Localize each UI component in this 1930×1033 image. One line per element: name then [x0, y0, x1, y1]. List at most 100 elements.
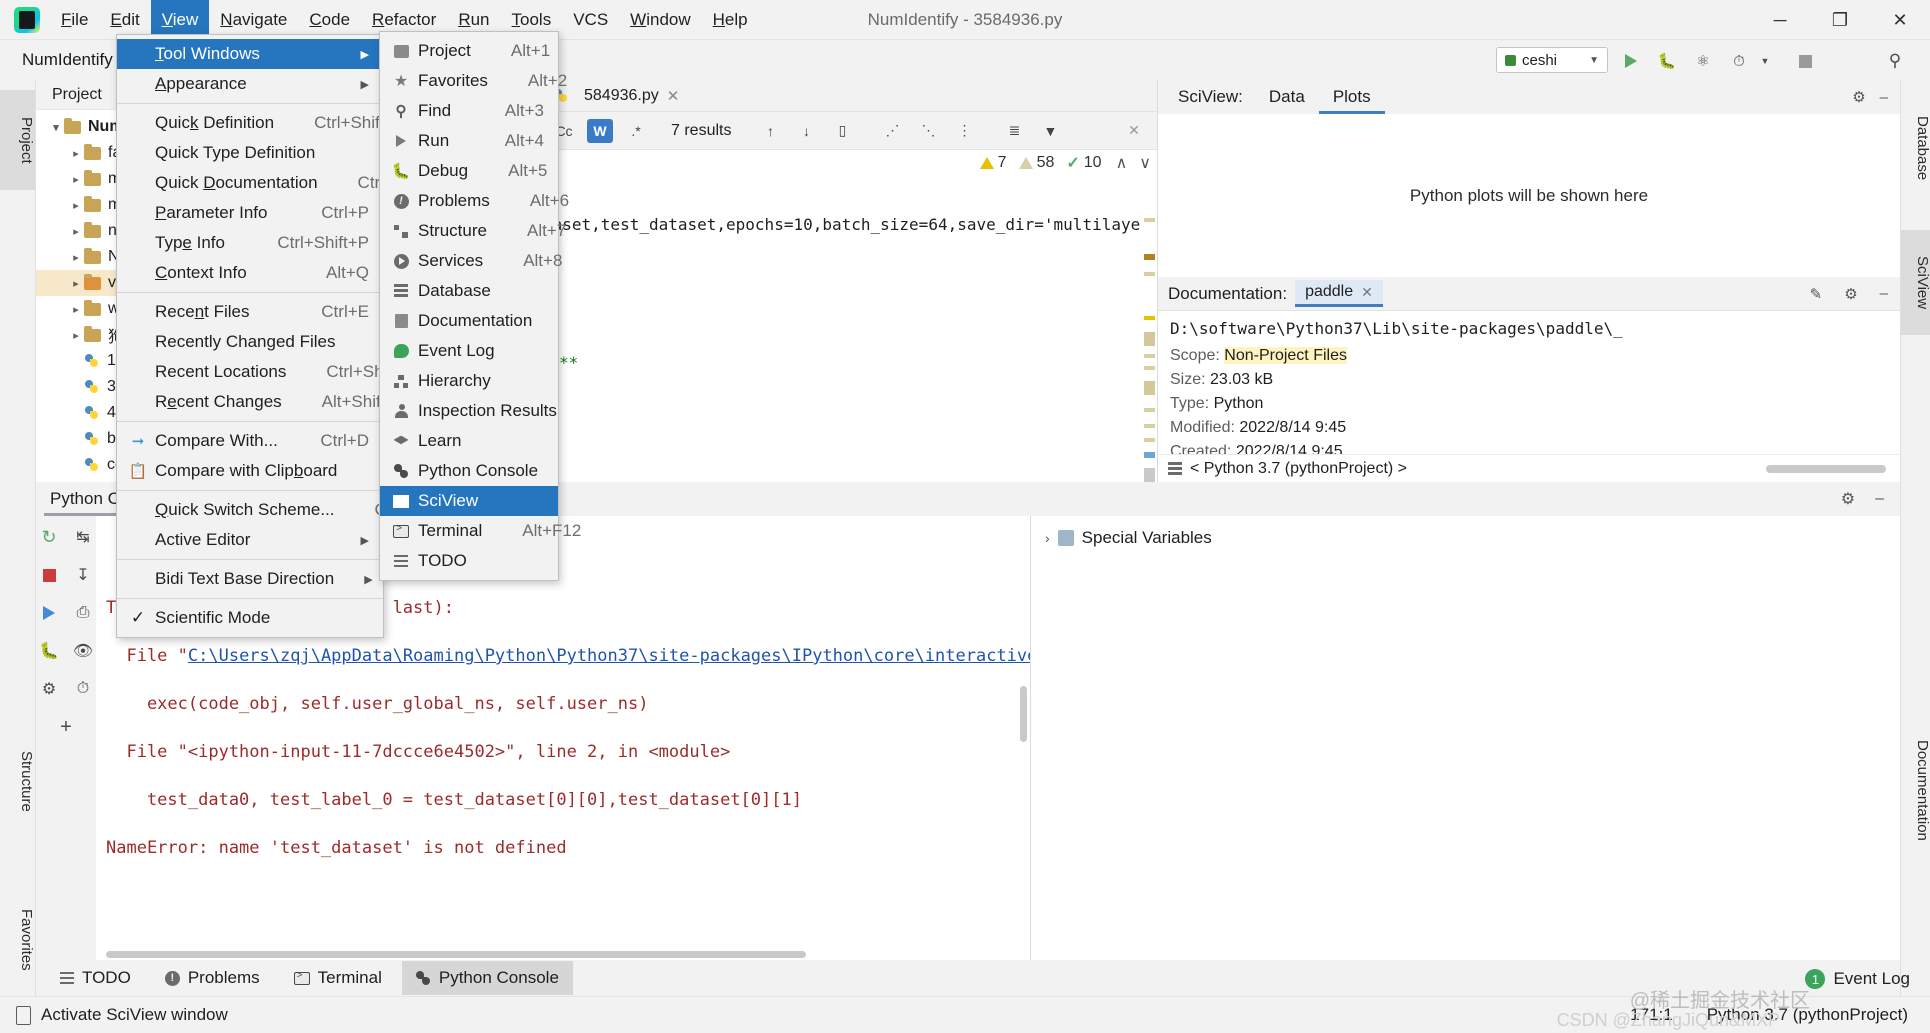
- add-icon[interactable]: +: [53, 716, 79, 738]
- scroll-to-end-icon[interactable]: ↧: [70, 564, 96, 586]
- sort-icon[interactable]: ≣: [1001, 119, 1027, 143]
- gear-icon[interactable]: ⚙: [1841, 489, 1875, 509]
- expand-arrow-icon[interactable]: ▸: [68, 329, 84, 342]
- menu-item-recently-changed-files[interactable]: Recently Changed Files: [117, 327, 383, 357]
- sidebar-item-favorites[interactable]: Favorites: [0, 880, 35, 1000]
- search-everywhere-button[interactable]: ⚲: [1882, 48, 1908, 74]
- menu-item-type-info[interactable]: Type Info Ctrl+Shift+P: [117, 228, 383, 258]
- sidebar-item-structure[interactable]: Structure: [0, 720, 35, 842]
- group-icon[interactable]: ⋮: [951, 119, 977, 143]
- menu-item-debug[interactable]: 🐛 Debug Alt+5: [380, 156, 558, 186]
- menu-item-quick-switch-scheme[interactable]: Quick Switch Scheme...Ctrl+`: [117, 495, 417, 525]
- filter-icon[interactable]: ▼: [1037, 119, 1063, 143]
- select-all-occurrences-icon[interactable]: ▯: [829, 119, 855, 143]
- console-vertical-scrollbar[interactable]: [1020, 686, 1027, 742]
- find-prev-icon[interactable]: ↑: [757, 119, 783, 143]
- menu-window[interactable]: Window: [619, 0, 701, 40]
- expand-arrow-icon[interactable]: ▾: [48, 121, 64, 134]
- stop-button[interactable]: [1792, 48, 1818, 74]
- print-icon[interactable]: ⎙: [70, 602, 96, 624]
- menu-item-recent-changes[interactable]: Recent Changes Alt+Shift+C: [117, 387, 408, 417]
- gear-icon[interactable]: ⚙: [1852, 88, 1879, 106]
- menu-item-terminal[interactable]: Terminal Alt+F12: [380, 516, 581, 546]
- run-button[interactable]: [1618, 48, 1644, 74]
- interpreter-indicator[interactable]: Python 3.7 (pythonProject): [1707, 1005, 1908, 1025]
- minimize-icon[interactable]: –: [1880, 285, 1900, 302]
- special-variables-row[interactable]: › Special Variables: [1045, 528, 1900, 548]
- menu-item-event-log[interactable]: Event Log: [380, 336, 558, 366]
- bottom-tab-problems[interactable]: ! Problems: [151, 961, 274, 995]
- bottom-tab-todo[interactable]: TODO: [46, 961, 145, 995]
- menu-item-structure[interactable]: Structure Alt+7: [380, 216, 566, 246]
- menu-item-tool-windows[interactable]: Tool Windows ▶: [117, 39, 383, 69]
- expand-all-icon[interactable]: ⋰: [879, 119, 905, 143]
- regex-toggle[interactable]: .*: [623, 119, 649, 143]
- expand-arrow-icon[interactable]: ▸: [68, 199, 84, 212]
- pencil-icon[interactable]: ✎: [1810, 285, 1837, 303]
- horizontal-scrollbar[interactable]: [1766, 464, 1886, 473]
- run-icon[interactable]: [36, 602, 62, 624]
- expand-arrow-icon[interactable]: ▸: [68, 173, 84, 186]
- menu-item-sciview[interactable]: SciView: [380, 486, 558, 516]
- close-icon[interactable]: ✕: [667, 87, 680, 105]
- rerun-icon[interactable]: ↻: [36, 526, 62, 548]
- menu-item-problems[interactable]: ! Problems Alt+6: [380, 186, 569, 216]
- maximize-button[interactable]: ❐: [1810, 0, 1870, 40]
- menu-item-bidi-text-base-direction[interactable]: Bidi Text Base Direction ▶: [117, 564, 383, 594]
- profile-dropdown[interactable]: ▼: [1752, 48, 1778, 74]
- close-button[interactable]: ✕: [1870, 0, 1930, 40]
- profile-button[interactable]: ⏱: [1726, 48, 1752, 74]
- minimize-button[interactable]: ─: [1750, 0, 1810, 40]
- menu-item-parameter-info[interactable]: Parameter Info Ctrl+P: [117, 198, 383, 228]
- caret-position[interactable]: 171:1: [1630, 1005, 1673, 1025]
- close-find-icon[interactable]: ✕: [1121, 119, 1147, 143]
- documentation-footer[interactable]: < Python 3.7 (pythonProject) >: [1158, 454, 1900, 482]
- minimize-icon[interactable]: –: [1880, 89, 1900, 106]
- menu-item-quick-definition[interactable]: Quick Definition Ctrl+Shift+I: [117, 108, 399, 138]
- menu-item-quick-type-definition[interactable]: Quick Type Definition: [117, 138, 383, 168]
- collapse-all-icon[interactable]: ⋱: [915, 119, 941, 143]
- menu-item-quick-documentation[interactable]: Quick DocumentationCtrl+Q: [117, 168, 407, 198]
- history-icon[interactable]: ⏱: [70, 678, 96, 700]
- minimize-icon[interactable]: –: [1875, 490, 1900, 508]
- menu-item-inspection-results[interactable]: Inspection Results: [380, 396, 558, 426]
- menu-help[interactable]: Help: [702, 0, 759, 40]
- close-icon[interactable]: ✕: [1361, 284, 1373, 301]
- sidebar-item-project[interactable]: Project: [0, 90, 35, 190]
- expand-arrow-icon[interactable]: ▸: [68, 147, 84, 160]
- bottom-tab-python-console[interactable]: Python Console: [401, 961, 573, 995]
- menu-file[interactable]: File: [50, 0, 99, 40]
- menu-item-appearance[interactable]: Appearance ▶: [117, 69, 383, 99]
- inspection-widget[interactable]: 7 58 ✓ 10 ∧ ∨: [979, 150, 1157, 176]
- eye-icon[interactable]: 👁: [70, 640, 96, 662]
- debug-icon[interactable]: 🐛: [36, 640, 62, 662]
- stop-icon[interactable]: [36, 564, 62, 586]
- sidebar-item-documentation[interactable]: Documentation: [1901, 710, 1930, 870]
- tab-data[interactable]: Data: [1255, 80, 1319, 114]
- menu-item-favorites[interactable]: ★ Favorites Alt+2: [380, 66, 567, 96]
- find-next-icon[interactable]: ↓: [793, 119, 819, 143]
- code-text[interactable]: taset,test_dataset,epochs=10,batch_size=…: [541, 184, 1157, 482]
- menu-item-python-console[interactable]: Python Console: [380, 456, 558, 486]
- menu-item-learn[interactable]: Learn: [380, 426, 558, 456]
- menu-item-context-info[interactable]: Context Info Alt+Q: [117, 258, 383, 288]
- console-horizontal-scrollbar[interactable]: [106, 951, 806, 958]
- expand-arrow-icon[interactable]: ▸: [68, 277, 84, 290]
- run-configuration-selector[interactable]: ceshi ▼: [1496, 47, 1608, 73]
- words-toggle[interactable]: W: [587, 118, 613, 143]
- menu-item-todo[interactable]: TODO: [380, 546, 558, 576]
- expand-arrow-icon[interactable]: ▸: [68, 225, 84, 238]
- menu-item-scientific-mode[interactable]: ✓ Scientific Mode: [117, 603, 383, 633]
- settings-icon[interactable]: ⚙: [36, 678, 62, 700]
- soft-wrap-icon[interactable]: ↹: [70, 526, 96, 548]
- menu-item-hierarchy[interactable]: Hierarchy: [380, 366, 558, 396]
- menu-item-database[interactable]: Database: [380, 276, 558, 306]
- menu-item-compare-with-clipboard[interactable]: 📋 Compare with Clipboard: [117, 456, 383, 486]
- tab-plots[interactable]: Plots: [1318, 80, 1385, 114]
- bottom-tab-terminal[interactable]: Terminal: [280, 961, 396, 995]
- coverage-button[interactable]: ⚛: [1690, 48, 1716, 74]
- menu-item-services[interactable]: Services Alt+8: [380, 246, 562, 276]
- expand-arrow-icon[interactable]: ▸: [68, 251, 84, 264]
- traceback-file-link[interactable]: C:\Users\zqj\AppData\Roaming\Python\Pyth…: [188, 646, 1030, 666]
- menu-item-project[interactable]: Project Alt+1: [380, 36, 558, 66]
